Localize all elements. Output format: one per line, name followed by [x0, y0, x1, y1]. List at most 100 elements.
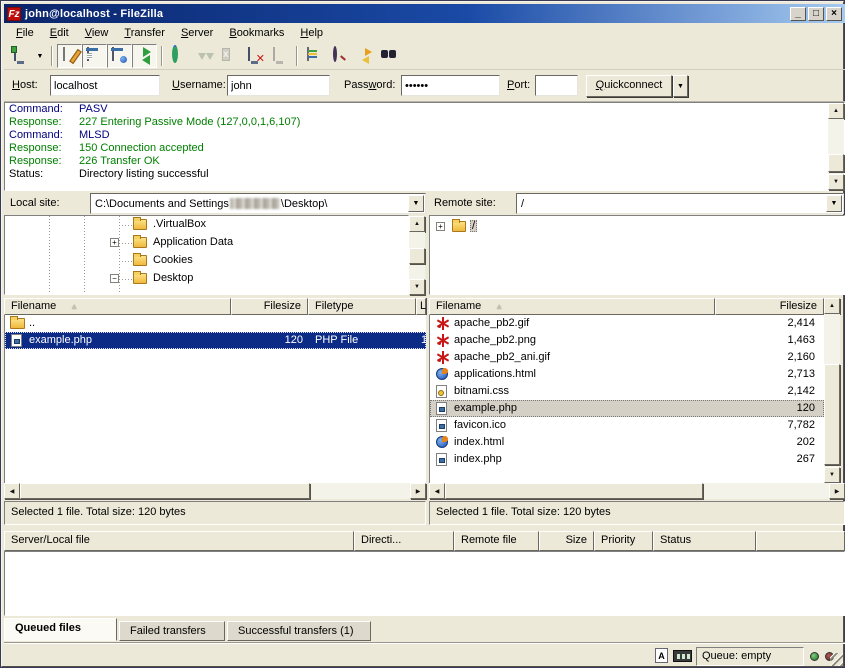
remote-site-combo[interactable]: / ▼ — [516, 193, 844, 214]
local-column-filetype[interactable]: Filetype — [308, 298, 416, 315]
expand-icon[interactable]: + — [436, 222, 445, 231]
local-tree-scroll-down-button[interactable]: ▼ — [409, 279, 425, 295]
password-input[interactable] — [401, 75, 500, 96]
port-input[interactable] — [535, 75, 578, 96]
remote-list-scroll-up-button[interactable]: ▲ — [824, 298, 840, 314]
local-site-combo[interactable]: C:\Documents and Settings\Desktop\ ▼ — [90, 193, 426, 214]
speedlimit-icon[interactable] — [673, 650, 692, 662]
host-input[interactable] — [50, 75, 160, 96]
menu-edit[interactable]: Edit — [42, 25, 77, 41]
log-scrollbar-thumb[interactable] — [828, 154, 844, 172]
log-scroll-up-button[interactable]: ▲ — [828, 103, 844, 119]
maximize-button[interactable]: □ — [808, 7, 824, 21]
synchronized-browsing-button[interactable] — [352, 44, 377, 68]
queue-column-status[interactable]: Status — [653, 531, 756, 551]
folder-icon — [133, 273, 147, 284]
toggle-message-log-button[interactable] — [57, 44, 82, 68]
menu-transfer[interactable]: Transfer — [116, 25, 173, 41]
local-tree-scroll-up-button[interactable]: ▲ — [409, 216, 425, 232]
process-queue-button[interactable] — [192, 44, 217, 68]
comparison-icon — [333, 46, 337, 62]
datatype-ascii-icon[interactable]: A — [655, 648, 668, 663]
local-scroll-left-button[interactable]: ◀ — [4, 483, 20, 499]
local-row-example-php[interactable]: example.php 120 PHP File 1 — [5, 332, 426, 349]
menu-file[interactable]: File — [8, 25, 42, 41]
local-column-filesize[interactable]: Filesize — [231, 298, 308, 315]
quickconnect-button[interactable]: Quickconnect — [586, 75, 672, 97]
tab-failed-transfers[interactable]: Failed transfers — [119, 621, 225, 641]
close-button[interactable]: × — [826, 7, 842, 21]
local-tree-scrollbar-thumb[interactable] — [409, 248, 425, 264]
reconnect-button[interactable] — [267, 44, 292, 68]
site-manager-button[interactable] — [8, 44, 33, 68]
disconnect-button[interactable]: ✕ — [242, 44, 267, 68]
local-scroll-right-button[interactable]: ▶ — [410, 483, 426, 499]
local-hscrollbar-thumb[interactable] — [20, 483, 310, 499]
toggle-local-tree-button[interactable] — [82, 44, 107, 68]
dropdown-icon: ▼ — [413, 200, 420, 207]
site-manager-dropdown-button[interactable]: ▼ — [33, 44, 47, 68]
local-column-filename[interactable]: Filename▲ — [4, 298, 231, 315]
remote-list-scrollbar-thumb[interactable] — [824, 364, 840, 465]
log-scroll-down-button[interactable]: ▼ — [828, 174, 844, 190]
queue-column-empty — [756, 531, 845, 551]
remote-row-selected[interactable]: example.php120 — [430, 400, 824, 417]
remote-row[interactable]: applications.html2,713 — [430, 366, 824, 383]
refresh-icon — [172, 45, 178, 63]
tab-queued-files[interactable]: Queued files — [4, 618, 117, 641]
remote-column-filename[interactable]: Filename▲ — [429, 298, 715, 315]
local-directory-tree: .VirtualBox + Application Data Cookies −… — [4, 215, 409, 295]
tree-item-virtualbox[interactable]: .VirtualBox — [151, 218, 208, 230]
remote-row[interactable]: bitnami.css2,142 — [430, 383, 824, 400]
remote-hscrollbar-thumb[interactable] — [445, 483, 703, 499]
collapse-icon[interactable]: − — [110, 274, 119, 283]
queue-column-size[interactable]: Size — [539, 531, 594, 551]
queue-column-remote-file[interactable]: Remote file — [454, 531, 539, 551]
queue-column-direction[interactable]: Directi... — [354, 531, 454, 551]
expand-icon[interactable]: + — [110, 238, 119, 247]
toggle-remote-tree-button[interactable] — [107, 44, 132, 68]
remote-row[interactable]: favicon.ico7,782 — [430, 417, 824, 434]
tree-item-root[interactable]: / — [470, 220, 477, 232]
remote-scroll-right-button[interactable]: ▶ — [829, 483, 845, 499]
resize-grip[interactable] — [830, 653, 843, 666]
remote-scroll-left-button[interactable]: ◀ — [429, 483, 445, 499]
username-input[interactable] — [227, 75, 330, 96]
refresh-button[interactable] — [167, 44, 192, 68]
directory-comparison-button[interactable] — [327, 44, 352, 68]
tree-item-application-data[interactable]: Application Data — [151, 236, 235, 248]
remote-row[interactable]: apache_pb2.gif2,414 — [430, 315, 824, 332]
password-label: Password: — [344, 79, 395, 91]
cancel-operation-button[interactable]: x — [217, 44, 242, 68]
quickconnect-dropdown-button[interactable]: ▼ — [673, 75, 688, 97]
tree-item-cookies[interactable]: Cookies — [151, 254, 195, 266]
toggle-queue-button[interactable] — [132, 44, 157, 68]
queue-column-server-local-file[interactable]: Server/Local file — [4, 531, 354, 551]
menu-bookmarks[interactable]: Bookmarks — [221, 25, 292, 41]
menu-help[interactable]: Help — [292, 25, 331, 41]
minimize-button[interactable]: _ — [790, 7, 806, 21]
port-label: Port: — [507, 79, 530, 91]
menu-view[interactable]: View — [77, 25, 117, 41]
find-files-button[interactable] — [377, 44, 402, 68]
menu-server[interactable]: Server — [173, 25, 221, 41]
dropdown-icon: ▼ — [37, 53, 44, 60]
local-site-dropdown-button[interactable]: ▼ — [408, 195, 424, 212]
remote-column-filesize[interactable]: Filesize — [715, 298, 824, 315]
remote-row[interactable]: apache_pb2_ani.gif2,160 — [430, 349, 824, 366]
remote-list-scroll-down-button[interactable]: ▼ — [824, 467, 840, 483]
local-row-updir[interactable]: .. — [5, 315, 426, 332]
remote-directory-tree: + / — [429, 215, 845, 295]
remote-site-dropdown-button[interactable]: ▼ — [826, 195, 842, 212]
filter-button[interactable] — [302, 44, 327, 68]
remote-row[interactable]: index.php267 — [430, 451, 824, 468]
remote-row[interactable]: apache_pb2.png1,463 — [430, 332, 824, 349]
queue-column-priority[interactable]: Priority — [594, 531, 653, 551]
username-label: Username: — [172, 79, 226, 91]
tree-item-desktop[interactable]: Desktop — [151, 272, 195, 284]
remote-row[interactable]: index.html202 — [430, 434, 824, 451]
tab-successful-transfers[interactable]: Successful transfers (1) — [227, 621, 371, 641]
title-bar[interactable]: Fz john@localhost - FileZilla _ □ × — [4, 4, 845, 23]
toolbar: ▼ x ✕ — [4, 43, 845, 70]
local-column-lastmodified[interactable]: L — [416, 298, 426, 315]
